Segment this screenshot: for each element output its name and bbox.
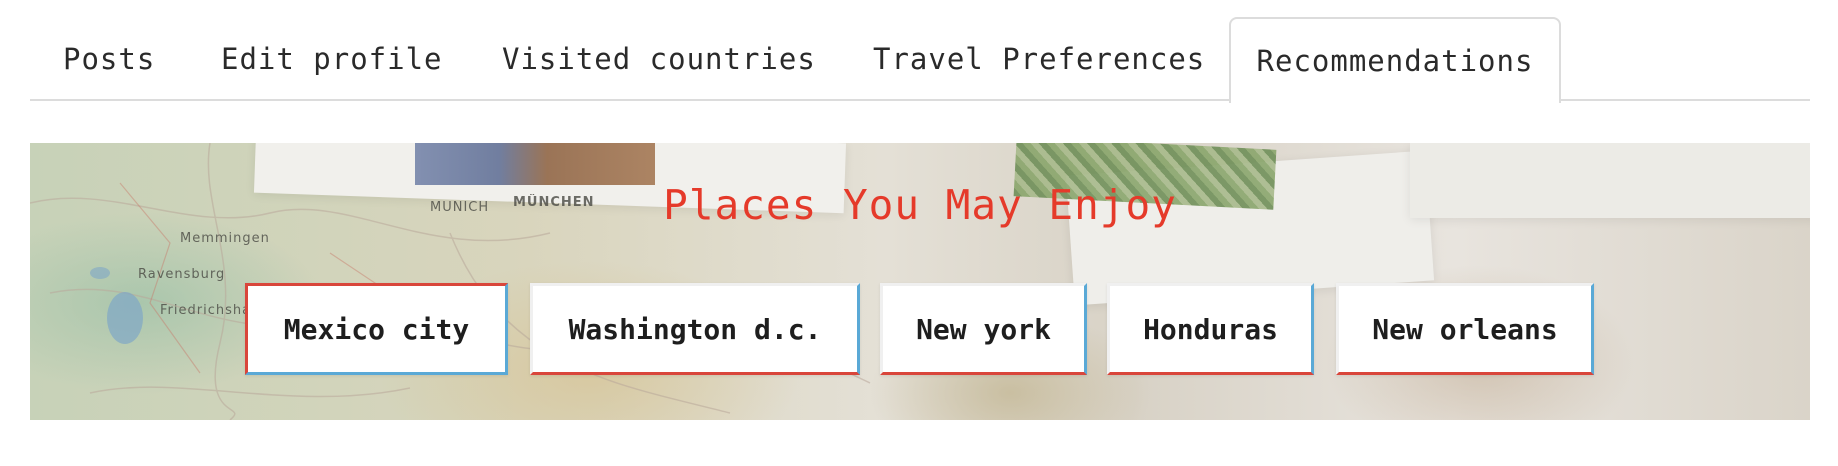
recommendation-card-washington-dc[interactable]: Washington d.c. — [530, 283, 860, 375]
profile-tabs: Posts Edit profile Visited countries Tra… — [30, 17, 1810, 103]
recommendation-card-new-orleans[interactable]: New orleans — [1336, 283, 1594, 375]
recommendations-banner: MUNICH MÜNCHEN Memmingen Ravensburg Frie… — [30, 143, 1810, 420]
tab-travel-preferences[interactable]: Travel Preferences — [873, 17, 1205, 101]
recommendation-card-new-york[interactable]: New york — [880, 283, 1087, 375]
map-label: Ravensburg — [138, 267, 226, 282]
tab-visited-countries[interactable]: Visited countries — [502, 17, 816, 101]
tab-posts[interactable]: Posts — [63, 17, 155, 101]
recommendation-card-honduras[interactable]: Honduras — [1107, 283, 1314, 375]
tab-edit-profile[interactable]: Edit profile — [221, 17, 443, 101]
map-label: Memmingen — [180, 231, 270, 246]
banner-title: Places You May Enjoy — [663, 181, 1177, 229]
recommendation-card-mexico-city[interactable]: Mexico city — [245, 283, 508, 375]
photo-print — [415, 143, 655, 185]
tab-recommendations[interactable]: Recommendations — [1229, 17, 1561, 103]
profile-page: Posts Edit profile Visited countries Tra… — [0, 0, 1838, 466]
